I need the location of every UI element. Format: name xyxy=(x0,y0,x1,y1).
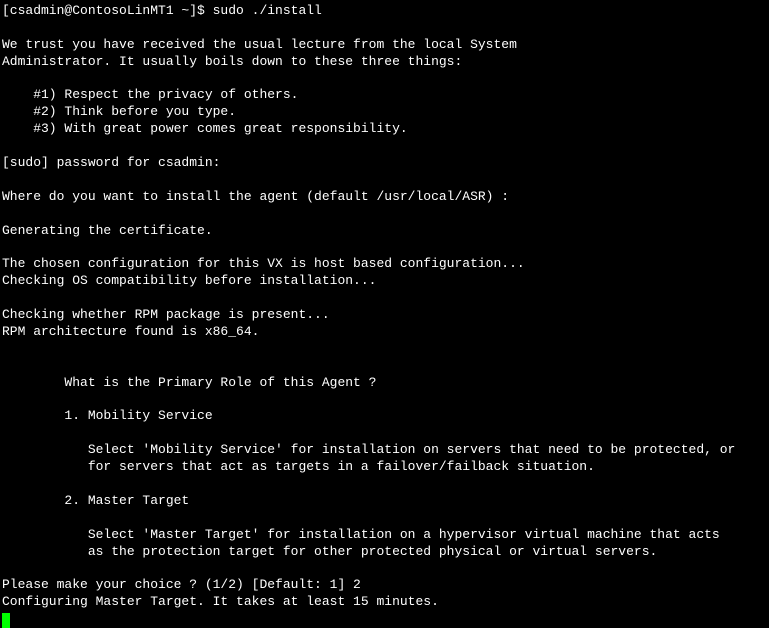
terminal-blank xyxy=(2,206,767,223)
terminal-blank xyxy=(2,71,767,88)
terminal-output: Generating the certificate. xyxy=(2,223,767,240)
terminal-output: Checking whether RPM package is present.… xyxy=(2,307,767,324)
terminal-blank xyxy=(2,358,767,375)
terminal-prompt-line: [csadmin@ContosoLinMT1 ~]$ sudo ./instal… xyxy=(2,3,767,20)
terminal-output: #1) Respect the privacy of others. xyxy=(2,87,767,104)
terminal-option-2-desc: Select 'Master Target' for installation … xyxy=(2,527,767,544)
terminal-blank xyxy=(2,20,767,37)
terminal-option-2-desc: as the protection target for other prote… xyxy=(2,544,767,561)
terminal-blank xyxy=(2,510,767,527)
terminal-output: RPM architecture found is x86_64. xyxy=(2,324,767,341)
terminal-blank xyxy=(2,476,767,493)
terminal-cursor-line[interactable] xyxy=(2,611,767,628)
terminal-output: Checking OS compatibility before install… xyxy=(2,273,767,290)
terminal-blank xyxy=(2,138,767,155)
terminal-output: #2) Think before you type. xyxy=(2,104,767,121)
terminal-blank xyxy=(2,239,767,256)
terminal-blank xyxy=(2,172,767,189)
terminal-output: #3) With great power comes great respons… xyxy=(2,121,767,138)
terminal-output: Administrator. It usually boils down to … xyxy=(2,54,767,71)
terminal-blank xyxy=(2,391,767,408)
terminal-option-1-desc: Select 'Mobility Service' for installati… xyxy=(2,442,767,459)
terminal-blank xyxy=(2,425,767,442)
terminal-choice-prompt[interactable]: Please make your choice ? (1/2) [Default… xyxy=(2,577,767,594)
cursor-icon xyxy=(2,613,10,628)
terminal-option-2: 2. Master Target xyxy=(2,493,767,510)
terminal-option-1: 1. Mobility Service xyxy=(2,408,767,425)
terminal-option-1-desc: for servers that act as targets in a fai… xyxy=(2,459,767,476)
terminal-output: The chosen configuration for this VX is … xyxy=(2,256,767,273)
terminal-blank xyxy=(2,290,767,307)
terminal-blank xyxy=(2,341,767,358)
terminal-blank xyxy=(2,560,767,577)
terminal-install-location-prompt[interactable]: Where do you want to install the agent (… xyxy=(2,189,767,206)
terminal-output: We trust you have received the usual lec… xyxy=(2,37,767,54)
terminal-role-question: What is the Primary Role of this Agent ? xyxy=(2,375,767,392)
terminal-password-prompt[interactable]: [sudo] password for csadmin: xyxy=(2,155,767,172)
